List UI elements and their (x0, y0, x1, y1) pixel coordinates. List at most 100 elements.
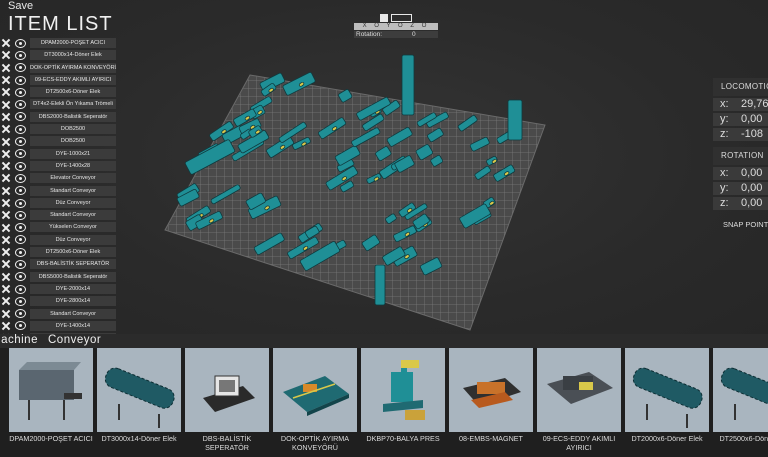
eye-icon[interactable] (15, 309, 26, 319)
position-z-field[interactable]: z: -108 (713, 128, 768, 141)
list-item[interactable]: DYE-1400x14 (0, 320, 118, 332)
list-item-label[interactable]: DPAM2000-POŞET ACICI (30, 38, 116, 48)
eye-icon[interactable] (15, 100, 26, 110)
list-item[interactable]: Düz Conveyor (0, 234, 118, 246)
list-item[interactable]: Yükselen Conveyor (0, 221, 118, 233)
eye-icon[interactable] (15, 247, 26, 257)
close-icon[interactable] (1, 309, 11, 319)
gallery-card[interactable]: DT2500x6-Döner Elek (713, 348, 768, 457)
close-icon[interactable] (1, 259, 11, 269)
gallery-card[interactable]: DKBP70-BALYA PRES (361, 348, 445, 457)
list-item[interactable]: Düz Conveyor (0, 197, 118, 209)
gallery-card[interactable]: DOK-OPTİK AYIRMA KONVEYÖRÜ (273, 348, 357, 457)
eye-icon[interactable] (15, 75, 26, 85)
list-item[interactable]: DOB2500 (0, 135, 118, 147)
gallery-card[interactable]: 09-ECS-EDDY AKIMLI AYIRICI (537, 348, 621, 457)
eye-icon[interactable] (15, 161, 26, 171)
close-icon[interactable] (1, 210, 11, 220)
position-y-field[interactable]: y: 0,00 (713, 113, 768, 126)
gallery-card[interactable]: DT3000x14-Döner Elek (97, 348, 181, 457)
list-item-label[interactable]: Düz Conveyor (30, 197, 116, 208)
baling-press-icon[interactable] (361, 348, 445, 432)
rotary-screen-icon[interactable] (713, 348, 768, 432)
close-icon[interactable] (1, 173, 11, 183)
rotation-y-field[interactable]: y: 0,00 (713, 182, 768, 195)
eye-icon[interactable] (15, 223, 26, 233)
list-item-label[interactable]: DOK-OPTİK AYIRMA KONVEYÖRÜ (30, 62, 116, 73)
close-icon[interactable] (1, 321, 11, 331)
snap-point-button[interactable]: SNAP POINT (713, 218, 768, 232)
eye-icon[interactable] (15, 50, 26, 60)
eye-icon[interactable] (15, 284, 26, 294)
list-item[interactable]: DT2500x6-Döner Elek (0, 86, 118, 98)
close-icon[interactable] (1, 149, 11, 159)
axis-value[interactable]: 0,00 (741, 182, 762, 195)
ruler-icon[interactable] (391, 14, 412, 22)
list-item-label[interactable]: DOB2500 (30, 124, 116, 135)
list-item[interactable]: DBS2000-Balistik Seperatör (0, 111, 118, 123)
tab-conveyor[interactable]: Conveyor (48, 334, 101, 346)
list-item-label[interactable]: DYE-2000x14 (30, 283, 116, 294)
eye-icon[interactable] (15, 173, 26, 183)
list-item[interactable]: DPAM2000-POŞET ACICI (0, 37, 118, 49)
rotary-screen-icon[interactable] (625, 348, 709, 432)
axis-value[interactable]: -108 (741, 128, 763, 141)
gallery-card[interactable]: DPAM2000-POŞET ACICI (9, 348, 93, 457)
list-item-label[interactable]: DBS2000-Balistik Seperatör (30, 111, 116, 122)
gallery-card[interactable]: DT2000x6-Döner Elek (625, 348, 709, 457)
close-icon[interactable] (1, 87, 11, 97)
list-item[interactable]: DT4x2-Elekli Ön Yıkama Trömeli (0, 98, 118, 110)
list-item-label[interactable]: DBS5000-Balistik Seperatör (30, 271, 116, 282)
list-item[interactable]: DT2500x6-Döner Elek (0, 246, 118, 258)
list-item-label[interactable]: Düz Conveyor (30, 234, 116, 245)
eye-icon[interactable] (15, 149, 26, 159)
gallery-card[interactable]: 08-EMBS-MAGNET (449, 348, 533, 457)
eye-icon[interactable] (15, 198, 26, 208)
save-button[interactable]: Save (8, 0, 33, 12)
close-icon[interactable] (1, 223, 11, 233)
close-icon[interactable] (1, 161, 11, 171)
close-icon[interactable] (1, 63, 11, 73)
eye-icon[interactable] (15, 87, 26, 97)
list-item-label[interactable]: DBS-BALİSTİK SEPERATÖR (30, 259, 116, 270)
close-icon[interactable] (1, 50, 11, 60)
axis-value[interactable]: 0,00 (741, 197, 762, 210)
eye-icon[interactable] (15, 63, 26, 73)
rotation-z-field[interactable]: z: 0,00 (713, 197, 768, 210)
close-icon[interactable] (1, 198, 11, 208)
tab-machine[interactable]: Machine (0, 334, 38, 346)
list-item[interactable]: Standart Conveyor (0, 308, 118, 320)
list-item[interactable]: Standart Conveyor (0, 209, 118, 221)
bag-opener-icon[interactable] (9, 348, 93, 432)
machine-model[interactable] (401, 54, 415, 116)
list-item-label[interactable]: DT2500x6-Döner Elek (30, 87, 116, 98)
list-item-label[interactable]: DT2500x6-Döner Elek (30, 247, 116, 258)
close-icon[interactable] (1, 186, 11, 196)
optical-conveyor-icon[interactable] (273, 348, 357, 432)
list-item-label[interactable]: DYE-1400x28 (30, 160, 116, 171)
list-item-label[interactable]: DT3000x14-Döner Elek (30, 50, 116, 61)
list-item-label[interactable]: DYE-1400x14 (30, 320, 116, 331)
rotation-x-field[interactable]: x: 0,00 (713, 167, 768, 180)
grid-icon[interactable] (380, 14, 388, 22)
list-item-label[interactable]: Standart Conveyor (30, 210, 116, 221)
eye-icon[interactable] (15, 272, 26, 282)
rotary-screen-icon[interactable] (97, 348, 181, 432)
list-item[interactable]: DOK-OPTİK AYIRMA KONVEYÖRÜ (0, 62, 118, 74)
axis-value[interactable]: 0,00 (741, 167, 762, 180)
close-icon[interactable] (1, 100, 11, 110)
list-item[interactable]: DBS-BALİSTİK SEPERATÖR (0, 258, 118, 270)
list-item-label[interactable]: Elevator Conveyor (30, 173, 116, 184)
close-icon[interactable] (1, 38, 11, 48)
eye-icon[interactable] (15, 259, 26, 269)
list-item-label[interactable]: 09-ECS-EDDY AKIMLI AYIRICI (30, 74, 116, 85)
list-item[interactable]: Elevator Conveyor (0, 172, 118, 184)
axis-value[interactable]: 29,76 (741, 98, 768, 111)
eye-icon[interactable] (15, 321, 26, 331)
eye-icon[interactable] (15, 137, 26, 147)
close-icon[interactable] (1, 75, 11, 85)
eye-icon[interactable] (15, 296, 26, 306)
eye-icon[interactable] (15, 235, 26, 245)
close-icon[interactable] (1, 124, 11, 134)
eye-icon[interactable] (15, 124, 26, 134)
